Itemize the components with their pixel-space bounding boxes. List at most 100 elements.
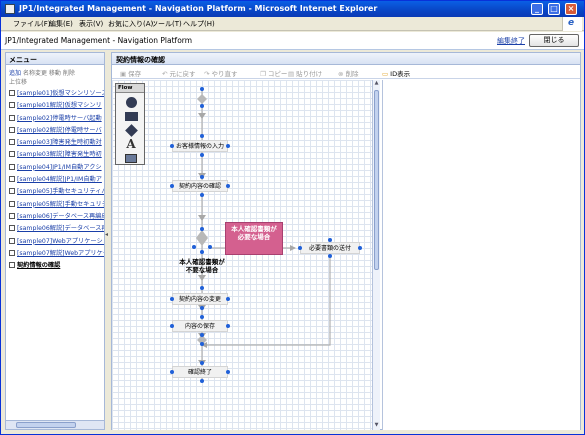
toolbar-label: やり直す bbox=[211, 70, 238, 78]
close-button[interactable]: 閉じる bbox=[529, 34, 579, 47]
close-window-button[interactable]: × bbox=[565, 3, 577, 15]
handle-dot[interactable] bbox=[170, 184, 174, 188]
menu-file[interactable]: ファイル(F) bbox=[13, 19, 51, 29]
menu-tree-item[interactable]: [sample02解説]停電時サーバ bbox=[9, 125, 104, 137]
maximize-button[interactable]: □ bbox=[548, 3, 560, 15]
id-display-icon: ▭ bbox=[382, 70, 389, 78]
splitter-handle[interactable]: ◂ bbox=[105, 231, 109, 239]
save-button[interactable]: ▣ 保存 bbox=[120, 68, 141, 78]
menu-tree-item[interactable]: [sample04]JP1/IM自動アクシ bbox=[9, 162, 104, 174]
move-link[interactable]: 移動 bbox=[49, 70, 61, 77]
undo-button[interactable]: ↶ 元に戻す bbox=[162, 68, 195, 78]
delete-button[interactable]: ⊗ 削除 bbox=[338, 68, 358, 78]
ie-logo-icon: e bbox=[562, 17, 582, 31]
handle-dot[interactable] bbox=[200, 342, 204, 346]
redo-icon: ↷ bbox=[204, 70, 210, 78]
menu-view[interactable]: 表示(V) bbox=[79, 19, 103, 29]
handle-dot[interactable] bbox=[170, 370, 174, 374]
handle-dot[interactable] bbox=[226, 144, 230, 148]
paste-button[interactable]: ▤ 貼り付け bbox=[288, 68, 322, 78]
menu-tree-item[interactable]: [sample06解説]データベース再 bbox=[9, 223, 104, 235]
handle-dot[interactable] bbox=[200, 104, 204, 108]
flow-node-end[interactable]: 確認終了 bbox=[172, 366, 228, 378]
flow-node-id-required[interactable]: 本人確認書類が 必要な場合 bbox=[225, 222, 283, 255]
handle-dot[interactable] bbox=[200, 134, 204, 138]
left-horizontal-scrollbar[interactable] bbox=[6, 420, 104, 429]
handle-dot[interactable] bbox=[226, 324, 230, 328]
handle-dot[interactable] bbox=[200, 193, 204, 197]
handle-dot[interactable] bbox=[226, 184, 230, 188]
handle-dot[interactable] bbox=[208, 245, 212, 249]
handle-dot[interactable] bbox=[200, 315, 204, 319]
flow-canvas[interactable]: Flow A お客様情報の入力 契約内容の確認 本人確認書類が 必要な場合 必要… bbox=[112, 80, 372, 430]
scroll-down-arrow-icon[interactable]: ▼ bbox=[373, 422, 380, 430]
copy-button[interactable]: ❐ コピー bbox=[260, 68, 287, 78]
menu-tree-item[interactable]: [sample01]仮想マシンリソース bbox=[9, 88, 104, 100]
page-icon bbox=[9, 200, 15, 207]
menu-tree-item[interactable]: [sample05]手動セキュリティパ bbox=[9, 186, 104, 198]
menu-tree-item[interactable]: [sample05解説]手動セキュリテ bbox=[9, 199, 104, 211]
handle-dot[interactable] bbox=[192, 245, 196, 249]
rename-link[interactable]: 名称変更 bbox=[23, 70, 47, 77]
menu-edit[interactable]: 編集(E) bbox=[49, 19, 73, 29]
menu-tree-item[interactable]: [sample01解説]仮想マシンリ bbox=[9, 100, 104, 112]
scroll-thumb[interactable] bbox=[374, 90, 379, 270]
handle-dot[interactable] bbox=[226, 297, 230, 301]
app-title: JP1/Integrated Management - Navigation P… bbox=[5, 36, 193, 45]
menu-tree-item[interactable]: [sample03]障害発生時初動対 bbox=[9, 137, 104, 149]
flow-node-save-content[interactable]: 内容の保存 bbox=[172, 320, 228, 332]
flow-node-contract-check[interactable]: 契約内容の確認 bbox=[172, 180, 228, 192]
flow-node-send-documents[interactable]: 必要書類の送付 bbox=[300, 242, 360, 254]
circle-tool-icon[interactable] bbox=[123, 95, 139, 109]
delete-link[interactable]: 削除 bbox=[63, 70, 75, 77]
handle-dot[interactable] bbox=[298, 246, 302, 250]
canvas-vertical-scrollbar[interactable]: ▲ ▼ bbox=[372, 80, 380, 430]
handle-dot[interactable] bbox=[200, 286, 204, 290]
toolbar-label: コピー bbox=[267, 70, 288, 78]
handle-dot[interactable] bbox=[200, 153, 204, 157]
menu-tree-item[interactable]: 契約情報の確認 bbox=[9, 260, 104, 272]
menu-tree-item[interactable]: [sample07解説]Webアプリケー bbox=[9, 248, 104, 260]
text-tool-icon[interactable]: A bbox=[123, 137, 139, 151]
menu-help[interactable]: ヘルプ(H) bbox=[183, 19, 215, 29]
scroll-up-arrow-icon[interactable]: ▲ bbox=[373, 80, 380, 88]
id-display-button[interactable]: ▭ ID表示 bbox=[382, 68, 410, 78]
handle-dot[interactable] bbox=[200, 361, 204, 365]
menu-tree-item[interactable]: [sample06]データベース再編成 bbox=[9, 211, 104, 223]
scroll-thumb[interactable] bbox=[16, 422, 76, 428]
flow-node-customer-input[interactable]: お客様情報の入力 bbox=[172, 140, 228, 152]
move-up-link[interactable]: 上位移 bbox=[9, 77, 27, 86]
handle-dot[interactable] bbox=[200, 227, 204, 231]
handle-dot[interactable] bbox=[226, 370, 230, 374]
handle-dot[interactable] bbox=[200, 333, 204, 337]
handle-dot[interactable] bbox=[328, 238, 332, 242]
menu-tree-item[interactable]: [sample04解説]JP1/IM自動ア bbox=[9, 174, 104, 186]
redo-button[interactable]: ↷ やり直す bbox=[204, 68, 237, 78]
handle-dot[interactable] bbox=[200, 379, 204, 383]
add-link[interactable]: 追加 bbox=[9, 70, 21, 77]
handle-dot[interactable] bbox=[170, 144, 174, 148]
handle-dot[interactable] bbox=[170, 297, 174, 301]
handle-dot[interactable] bbox=[200, 306, 204, 310]
menu-tree-item[interactable]: [sample02]停電時サーバ起動 bbox=[9, 113, 104, 125]
handle-dot[interactable] bbox=[328, 254, 332, 258]
handle-dot[interactable] bbox=[200, 175, 204, 179]
rectangle-tool-icon[interactable] bbox=[123, 109, 139, 123]
menu-tree-item-label: 契約情報の確認 bbox=[17, 262, 61, 270]
handle-dot[interactable] bbox=[358, 246, 362, 250]
handle-dot[interactable] bbox=[200, 250, 204, 254]
image-tool-icon[interactable] bbox=[123, 151, 139, 165]
edit-end-link[interactable]: 編集終了 bbox=[497, 36, 525, 46]
page-icon bbox=[9, 176, 15, 183]
menu-favorites[interactable]: お気に入り(A) bbox=[108, 19, 153, 29]
handle-dot[interactable] bbox=[170, 324, 174, 328]
minimize-button[interactable]: _ bbox=[531, 3, 543, 15]
menu-tree-item-label: [sample02]停電時サーバ起動 bbox=[17, 114, 102, 122]
page-icon bbox=[9, 126, 15, 133]
diamond-tool-icon[interactable] bbox=[123, 123, 139, 137]
menu-tools[interactable]: ツール(T) bbox=[151, 19, 182, 29]
menu-tree-item[interactable]: [sample03解説]障害発生時初 bbox=[9, 149, 104, 161]
handle-dot[interactable] bbox=[200, 87, 204, 91]
menu-tree-item[interactable]: [sample07]Webアプリケーショ bbox=[9, 236, 104, 248]
flow-node-contract-change[interactable]: 契約内容の変更 bbox=[172, 293, 228, 305]
